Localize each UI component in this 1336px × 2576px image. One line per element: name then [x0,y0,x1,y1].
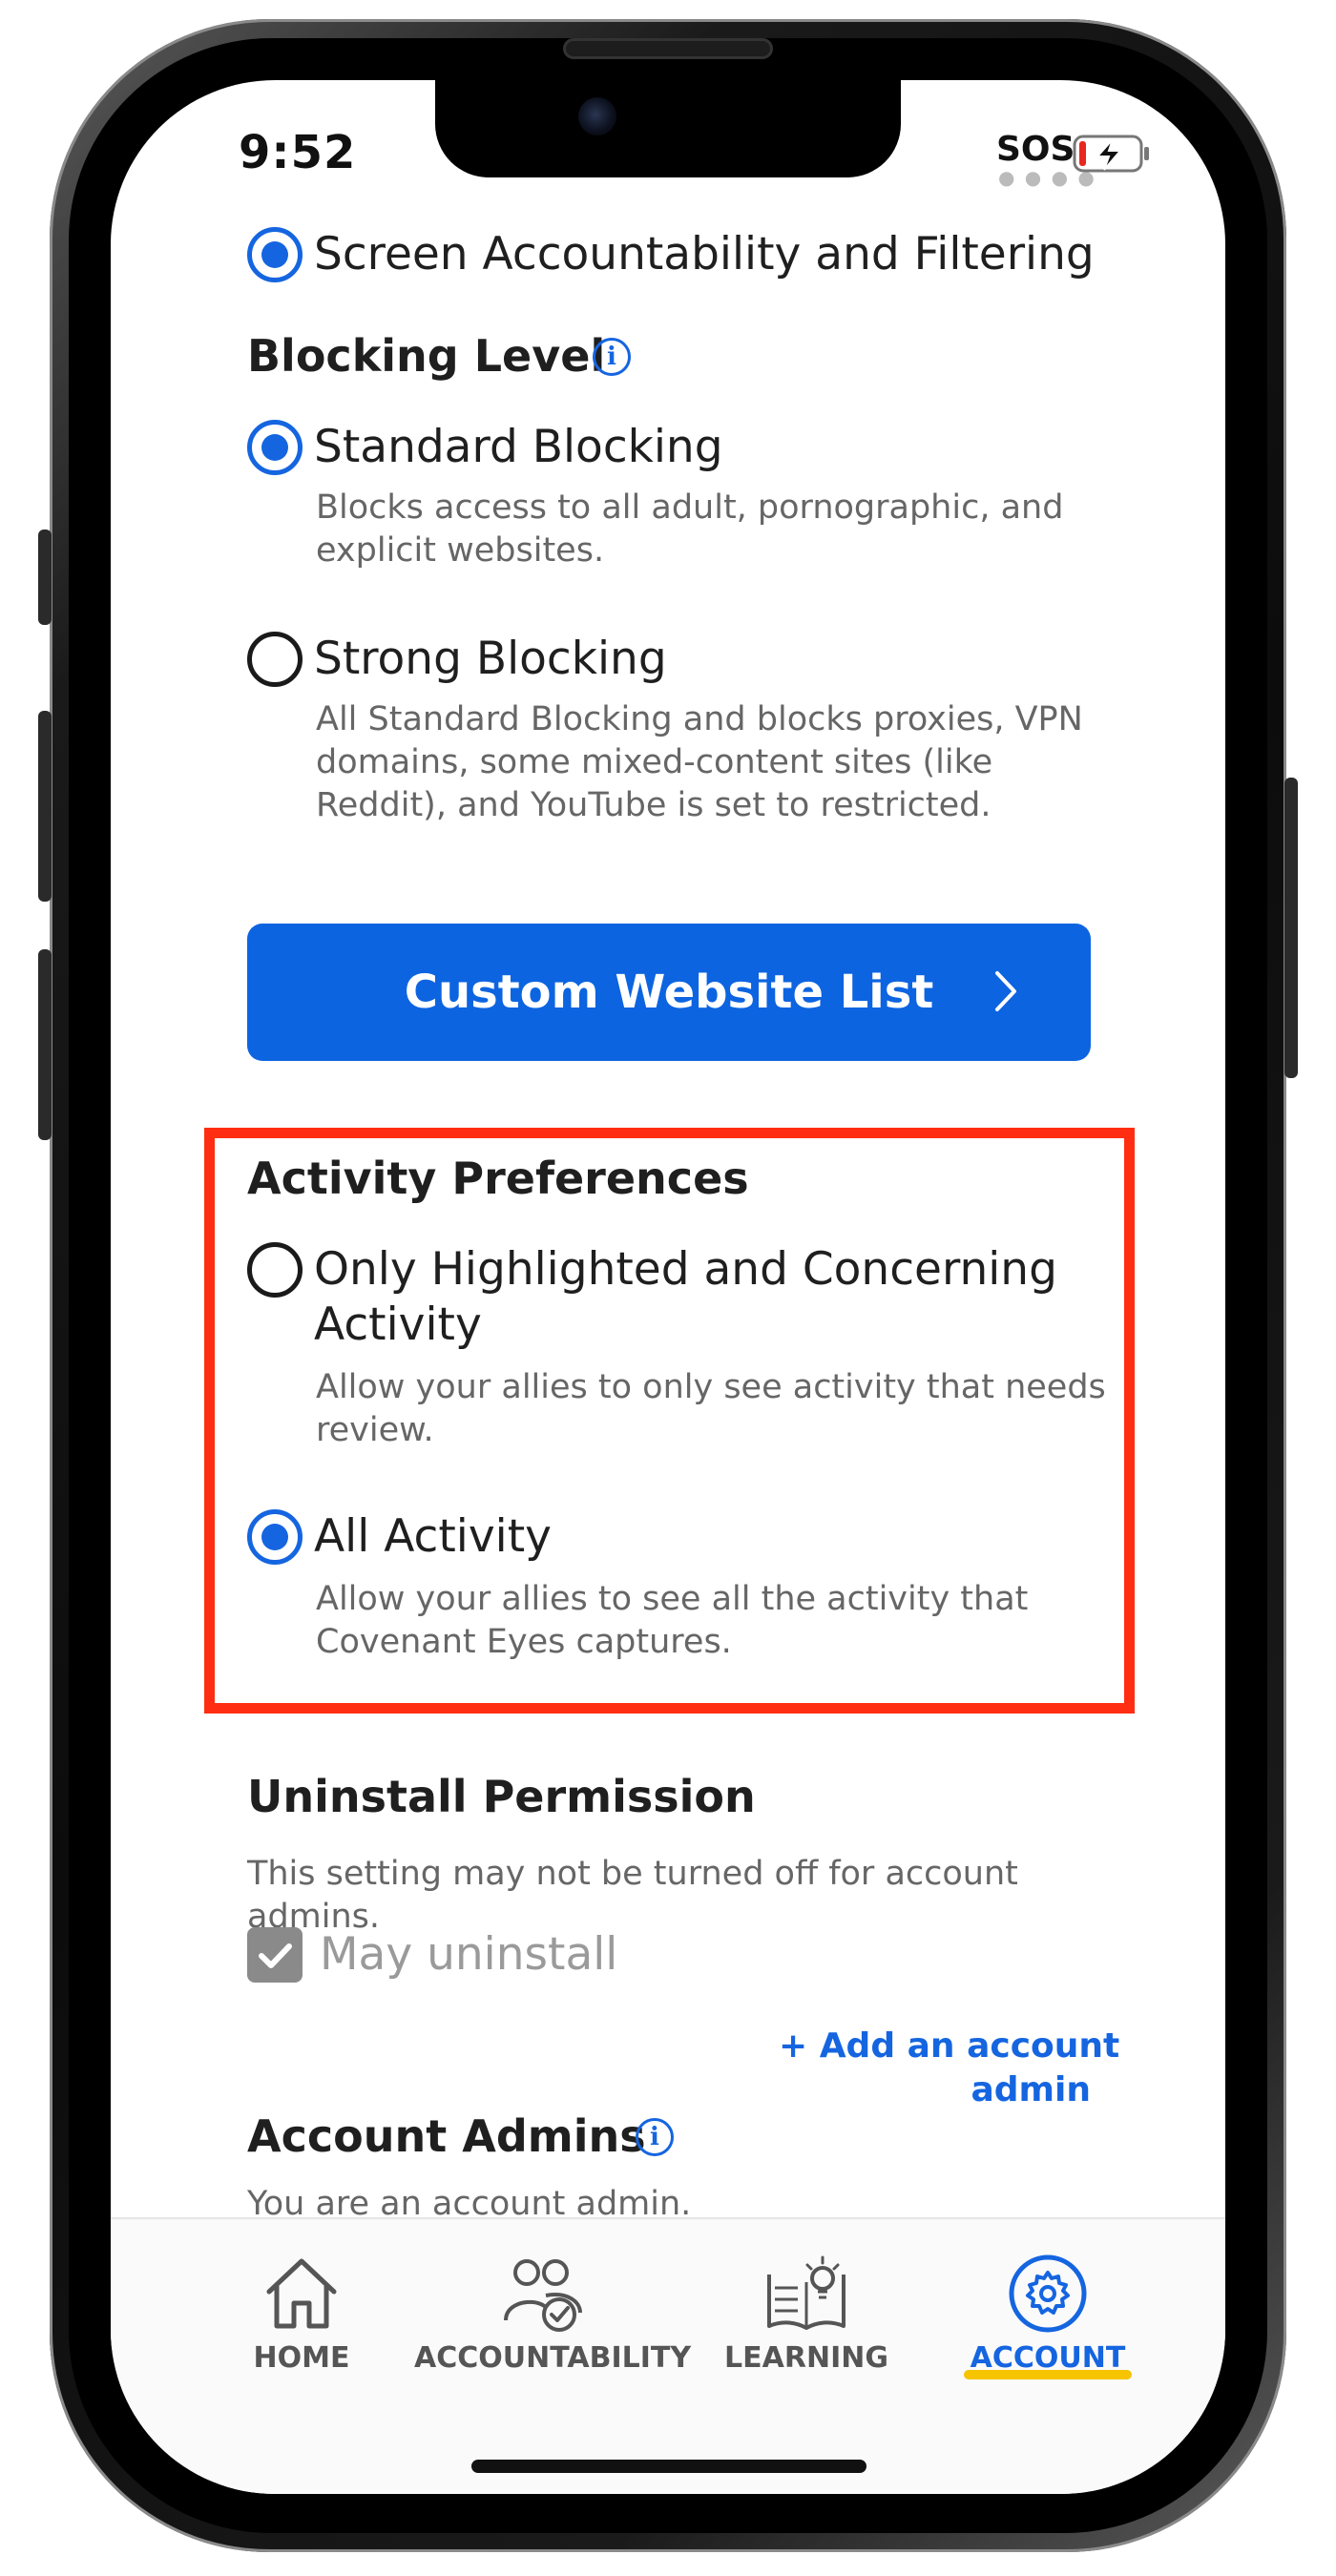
front-camera [578,97,616,135]
tab-accountability[interactable]: ACCOUNTABILITY [414,2254,692,2387]
strong-blocking-description: Reddit), and YouTube is set to restricte… [316,786,992,824]
tab-home[interactable]: HOME [225,2254,378,2387]
home-indicator[interactable] [471,2460,866,2473]
may-uninstall-checkbox[interactable] [247,1927,303,1983]
status-time: 9:52 [239,126,357,179]
info-icon[interactable]: i [593,338,631,376]
add-account-admin-label: admin [971,2070,1091,2109]
add-account-admin-label: + Add an account [779,2026,1120,2066]
may-uninstall-label[interactable]: May uninstall [320,1927,617,1983]
custom-website-list-button[interactable]: Custom Website List [247,924,1091,1061]
accountability-icon [504,2259,582,2332]
tab-home-label: HOME [253,2341,350,2375]
strong-blocking-description: domains, some mixed-content sites (like [316,743,993,781]
standard-blocking-description: Blocks access to all adult, pornographic… [316,488,1064,527]
notch [435,80,901,177]
chevron-right-icon [992,967,1020,1019]
standard-blocking-radio[interactable] [247,420,303,475]
custom-website-list-label: Custom Website List [404,966,934,1019]
blocking-level-title: Blocking Level [247,330,606,382]
tab-learning[interactable]: LEARNING [718,2254,895,2387]
volume-up-button [38,711,52,902]
tab-accountability-label: ACCOUNTABILITY [414,2341,692,2375]
strong-blocking-description: All Standard Blocking and blocks proxies… [316,700,1083,738]
learning-icon [767,2255,845,2330]
gear-icon [1009,2254,1087,2333]
standard-blocking-label[interactable]: Standard Blocking [314,420,723,475]
info-icon[interactable]: i [636,2118,674,2156]
standard-blocking-description: explicit websites. [316,531,605,570]
speaker-grille [563,38,773,59]
home-icon [266,2258,337,2329]
tab-account[interactable]: ACCOUNT [964,2254,1132,2387]
strong-blocking-radio[interactable] [247,632,303,687]
account-admins-title: Account Admins [247,2110,646,2162]
uninstall-permission-description: This setting may not be turned off for a… [247,1855,1018,1893]
screen-accountability-radio[interactable] [247,227,303,282]
add-account-admin-link[interactable]: + Add an account admin [779,2025,1120,2112]
volume-down-button [38,949,52,1140]
status-sos: SOS [996,130,1075,169]
power-button [1284,778,1298,1078]
highlight-box [204,1128,1135,1714]
tab-learning-label: LEARNING [724,2341,888,2375]
uninstall-permission-title: Uninstall Permission [247,1771,756,1822]
active-tab-indicator [964,2370,1132,2379]
strong-blocking-label[interactable]: Strong Blocking [314,632,667,687]
battery-charging-icon [1073,134,1151,179]
mute-switch [38,530,52,625]
screen-accountability-label[interactable]: Screen Accountability and Filtering [314,227,1095,282]
checkmark-icon [259,1943,292,1968]
